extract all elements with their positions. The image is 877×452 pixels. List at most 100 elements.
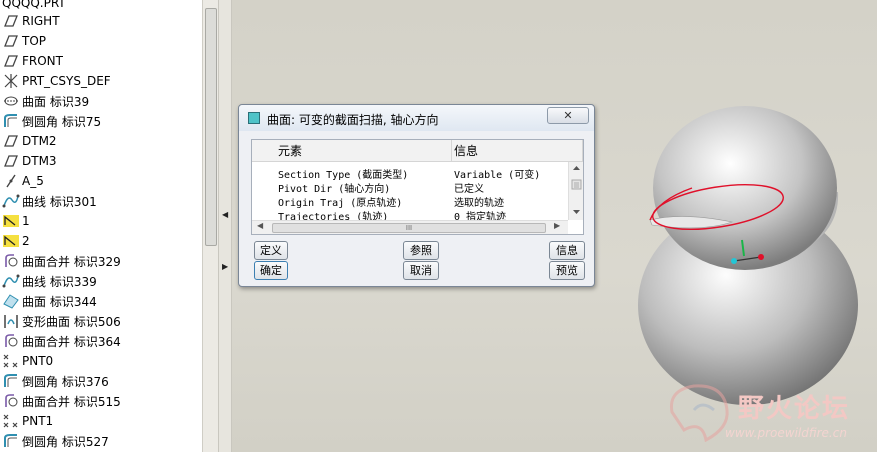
scroll-right-icon[interactable]: ▶: [554, 221, 560, 230]
curve-icon: [2, 194, 20, 208]
watermark-url: www.proewildfire.cn: [725, 426, 847, 440]
tree-item-round-75[interactable]: 倒圆角 标识75: [0, 111, 202, 131]
surface-icon: [3, 294, 19, 309]
tree-item-label: 倒圆角 标识376: [22, 374, 109, 389]
scroll-left-icon[interactable]: ◀: [257, 221, 263, 230]
tree-item-label: DTM2: [22, 134, 57, 148]
tree-scrollbar[interactable]: [202, 0, 218, 452]
csys-icon: [4, 74, 18, 88]
tree-item-label: 曲面合并 标识329: [22, 254, 121, 269]
tree-item-front[interactable]: FRONT: [0, 51, 202, 71]
tree-item-curve-339[interactable]: 曲线 标识339: [0, 271, 202, 291]
tree-item-dtm3[interactable]: DTM3: [0, 151, 202, 171]
horizontal-scroll-thumb[interactable]: III: [272, 223, 546, 233]
element-cell: Section Type (截面类型): [278, 170, 409, 181]
tree-item-curve-301[interactable]: 曲线 标识301: [0, 191, 202, 211]
watermark-text: 野火论坛: [738, 394, 851, 424]
tree-item-label: FRONT: [22, 54, 63, 68]
datum-plane-icon: [4, 155, 18, 167]
preview-button[interactable]: 预览: [549, 261, 585, 280]
datum-plane-icon: [4, 35, 18, 47]
tree-scrollbar-thumb[interactable]: [205, 8, 217, 246]
cancel-button[interactable]: 取消: [403, 261, 439, 280]
surface-revolve-icon: [4, 96, 18, 106]
sketch-icon: [3, 235, 19, 247]
tree-item-dtm2[interactable]: DTM2: [0, 131, 202, 151]
element-cell: Pivot Dir (轴心方向): [278, 184, 391, 195]
tree-item-warp-506[interactable]: 变形曲面 标识506: [0, 311, 202, 331]
tree-item-label: 倒圆角 标识75: [22, 114, 102, 129]
tree-item-csys[interactable]: PRT_CSYS_DEF: [0, 71, 202, 91]
tree-item-label: A_5: [22, 174, 44, 188]
tree-item-label: 倒圆角 标识527: [22, 434, 109, 449]
datum-plane-icon: [4, 15, 18, 27]
datum-axis-icon: [6, 174, 16, 188]
tree-item-label: 曲线 标识339: [22, 274, 97, 289]
datum-plane-icon: [4, 135, 18, 147]
datum-point-icon: [3, 414, 18, 428]
round-icon: [4, 114, 17, 127]
merge-icon: [5, 394, 18, 407]
references-button[interactable]: 参照: [403, 241, 439, 260]
tree-item-label: 曲线 标识301: [22, 194, 97, 209]
merge-icon: [5, 254, 18, 267]
element-cell: Origin Traj (原点轨迹): [278, 198, 403, 209]
tree-item-sketch-2[interactable]: 2: [0, 231, 202, 251]
tree-item-round-527[interactable]: 倒圆角 标识527: [0, 431, 202, 451]
merge-icon: [5, 334, 18, 347]
tree-item-right[interactable]: RIGHT: [0, 11, 202, 31]
table-vertical-scrollbar[interactable]: [568, 162, 583, 220]
round-icon: [4, 434, 17, 447]
sweep-feature-dialog[interactable]: 曲面: 可变的截面扫描, 轴心方向 ✕ 元素 信息 Section Type (…: [238, 104, 595, 287]
tree-item-axis-a5[interactable]: A_5: [0, 171, 202, 191]
table-horizontal-scrollbar[interactable]: ◀ III ▶: [252, 220, 568, 234]
ok-button[interactable]: 确定: [254, 261, 288, 280]
tree-item-label: DTM3: [22, 154, 57, 168]
tree-item-label: 曲面 标识344: [22, 294, 97, 309]
collapse-left-icon[interactable]: ◀: [222, 210, 228, 219]
tree-item-label: 变形曲面 标识506: [22, 314, 121, 329]
info-button[interactable]: 信息: [549, 241, 585, 260]
model-tree[interactable]: QQQQ.PRT RIGHT TOP FRONT PRT_CSYS_DEF 曲面…: [0, 0, 202, 452]
datum-point-icon: [3, 354, 18, 368]
tree-item-label: 曲面 标识39: [22, 94, 90, 109]
tree-item-sketch-1[interactable]: 1: [0, 211, 202, 231]
tree-item-label: RIGHT: [22, 14, 60, 28]
tree-item-round-376[interactable]: 倒圆角 标识376: [0, 371, 202, 391]
rendered-part: [638, 106, 858, 405]
tree-item-label: 1: [22, 214, 30, 228]
tree-item-pnt0[interactable]: PNT0: [0, 351, 202, 371]
tree-item-surface-39[interactable]: 曲面 标识39: [0, 91, 202, 111]
panel-sash[interactable]: ◀ ▶: [218, 0, 232, 452]
info-cell: 已定义: [454, 184, 484, 195]
curve-icon: [2, 274, 20, 288]
datum-plane-icon: [4, 55, 18, 67]
tree-item-merge-515[interactable]: 曲面合并 标识515: [0, 391, 202, 411]
tree-item-surface-344[interactable]: 曲面 标识344: [0, 291, 202, 311]
tree-item-label: 2: [22, 234, 30, 248]
tree-item-label: PNT0: [22, 354, 54, 368]
scroll-arrows-icon: [571, 166, 582, 214]
tree-item-merge-364[interactable]: 曲面合并 标识364: [0, 331, 202, 351]
dialog-title: 曲面: 可变的截面扫描, 轴心方向: [267, 113, 439, 127]
expand-right-icon[interactable]: ▶: [222, 262, 228, 271]
tree-item-pnt1[interactable]: PNT1: [0, 411, 202, 431]
tree-item-label: PRT_CSYS_DEF: [22, 74, 111, 88]
warp-icon: [4, 315, 18, 328]
tree-item-label: TOP: [22, 34, 47, 48]
tree-item-merge-329[interactable]: 曲面合并 标识329: [0, 251, 202, 271]
tree-item-label: PNT1: [22, 414, 54, 428]
tree-item-label: 曲面合并 标识515: [22, 394, 121, 409]
info-cell: Variable (可变): [454, 170, 541, 181]
tree-item-top[interactable]: TOP: [0, 31, 202, 51]
info-cell: 选取的轨迹: [454, 198, 504, 209]
element-info-table[interactable]: 元素 信息 Section Type (截面类型) Variable (可变) …: [251, 139, 584, 235]
dialog-app-icon: [248, 112, 260, 124]
column-header-element[interactable]: 元素: [252, 140, 452, 162]
tree-item-label: QQQQ.PRT: [2, 0, 66, 10]
column-header-info[interactable]: 信息: [452, 140, 583, 162]
dialog-titlebar[interactable]: 曲面: 可变的截面扫描, 轴心方向 ✕: [239, 105, 594, 131]
tree-item-label: 曲面合并 标识364: [22, 334, 121, 349]
close-button[interactable]: ✕: [547, 107, 589, 124]
define-button[interactable]: 定义: [254, 241, 288, 260]
